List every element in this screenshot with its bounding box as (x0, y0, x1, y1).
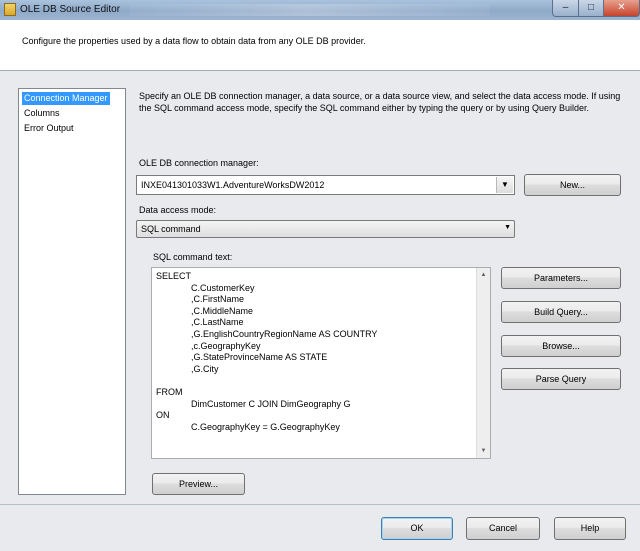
nav-item-connection-manager[interactable]: Connection Manager (22, 92, 110, 105)
browse-button[interactable]: Browse... (501, 335, 621, 357)
connection-manager-label: OLE DB connection manager: (139, 158, 259, 168)
page-list: Connection Manager Columns Error Output (18, 88, 126, 495)
app-icon (4, 3, 16, 16)
minimize-button[interactable]: – (552, 0, 579, 17)
sql-command-label: SQL command text: (153, 252, 233, 262)
chevron-down-icon[interactable]: ▼ (496, 177, 513, 193)
dialog-description: Configure the properties used by a data … (22, 36, 366, 46)
dialog-header: Configure the properties used by a data … (0, 20, 640, 71)
chevron-down-icon: ▼ (504, 224, 511, 231)
parameters-button[interactable]: Parameters... (501, 267, 621, 289)
ok-button[interactable]: OK (381, 517, 453, 540)
maximize-button[interactable]: □ (578, 0, 604, 17)
vertical-scrollbar[interactable]: ▲ ▼ (476, 268, 490, 458)
sql-command-text: SELECT C.CustomerKey ,C.FirstName ,C.Mid… (156, 271, 378, 432)
parse-query-button[interactable]: Parse Query (501, 368, 621, 390)
connection-manager-value: INXE041301033W1.AdventureWorksDW2012 (141, 180, 325, 190)
intro-text: Specify an OLE DB connection manager, a … (139, 91, 621, 113)
access-mode-dropdown[interactable]: SQL command ▼ (136, 220, 515, 238)
close-button[interactable]: ✕ (603, 0, 640, 17)
scroll-down-icon[interactable]: ▼ (477, 444, 490, 458)
new-connection-button[interactable]: New... (524, 174, 621, 196)
build-query-button[interactable]: Build Query... (501, 301, 621, 323)
access-mode-label: Data access mode: (139, 205, 217, 215)
nav-item-columns[interactable]: Columns (22, 107, 62, 120)
nav-item-error-output[interactable]: Error Output (22, 122, 76, 135)
sql-command-textarea[interactable]: SELECT C.CustomerKey ,C.FirstName ,C.Mid… (151, 267, 491, 459)
window-title: OLE DB Source Editor (20, 4, 121, 15)
title-bar-background (130, 4, 490, 16)
access-mode-value: SQL command (141, 224, 201, 234)
help-button[interactable]: Help (554, 517, 626, 540)
scroll-up-icon[interactable]: ▲ (477, 268, 490, 282)
cancel-button[interactable]: Cancel (466, 517, 540, 540)
title-bar[interactable]: OLE DB Source Editor – □ ✕ (0, 0, 640, 21)
preview-button[interactable]: Preview... (152, 473, 245, 495)
footer-divider (0, 504, 640, 505)
connection-manager-dropdown[interactable]: INXE041301033W1.AdventureWorksDW2012 ▼ (136, 175, 515, 195)
